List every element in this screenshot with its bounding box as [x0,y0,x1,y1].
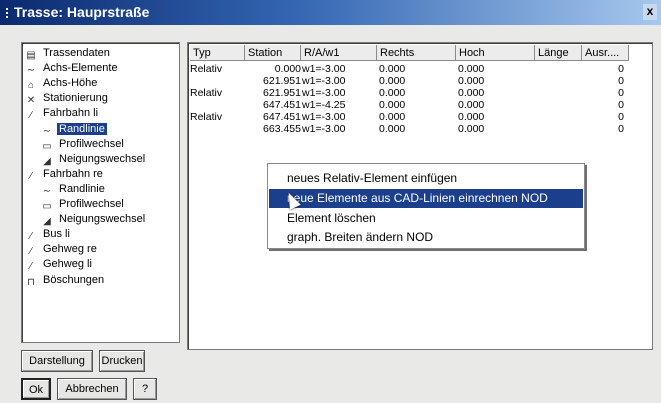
tree-item-label: Fahrbahn li [43,107,99,120]
context-menu: neues Relativ-Element einfügen neue Elem… [267,163,585,249]
table-cell-hoch: 0.000 [458,86,485,99]
table-cell-raw: w1=-3.00 [302,86,346,99]
tree-item-label: Fahrbahn re [43,167,103,180]
table-cell-typ: Relativ [190,86,223,99]
help-button[interactable]: ? [133,378,157,400]
cancel-button[interactable]: Abbrechen [57,378,127,400]
tree-item[interactable]: ▭ Profilwechsel [40,197,126,212]
table-cell-typ [190,75,244,87]
table-cell-raw: w1=-3.00 [302,122,346,135]
tree-item[interactable]: ∼ Randlinie [40,122,107,137]
table-cell-typ: Relativ [190,110,223,123]
tree-item-label: Achs-Elemente [43,62,118,75]
table-cell-laenge [536,123,581,135]
tree-item[interactable]: ▭ Profilwechsel [40,137,126,152]
tree-item[interactable]: ⌂ Achs-Höhe [24,76,99,91]
tree-item-label: Randlinie [57,122,107,135]
table-cell-station: 647.451 [263,110,301,123]
tree-item[interactable]: ✕ Stationierung [24,91,110,106]
table-cell-station: 663.455 [263,122,301,135]
tree-item-label: Achs-Höhe [43,77,98,90]
table-cell-hoch: 0.000 [458,98,485,111]
table-cell-hoch: 0.000 [458,110,485,123]
tree-item-label: Stationierung [43,92,108,105]
column-header-station[interactable]: Station [245,45,301,61]
tree-item-label: Profilwechsel [59,137,124,150]
menu-item-change-graph-widths[interactable]: graph. Breiten ändern NOD [269,228,583,247]
column-header-ausr[interactable]: Ausr.... [582,45,629,61]
table-cell-raw: w1=-3.00 [302,74,346,87]
table-cell-raw: w1=-3.00 [302,63,346,75]
table-cell-rechts: 0.000 [379,110,406,123]
tree-item[interactable]: ⊓ Böschungen [24,273,106,288]
tree-item-label: Randlinie [59,182,105,195]
table-cell-station: 621.951 [263,74,301,87]
column-header-hoch[interactable]: Hoch [456,45,535,61]
table-cell-laenge [536,63,581,75]
table-cell-raw: w1=-4.25 [302,98,346,111]
table-cell-ausr: 0 [618,86,624,99]
table-cell-typ [190,123,244,135]
tree-item-label: Böschungen [43,273,105,286]
table-cell-laenge [536,111,581,123]
table-cell-ausr: 0 [618,63,624,75]
tree-item[interactable]: ◢ Neigungswechsel [40,152,147,167]
table-cell-rechts: 0.000 [379,74,406,87]
title-bar: Trasse: Hauprstraße [0,0,661,25]
tree-item-label: Gehweg re [43,243,97,256]
tree-item[interactable]: ⁄ Gehweg re [24,242,99,257]
table-cell-rechts: 0.000 [379,86,406,99]
table-cell-ausr: 0 [618,110,624,123]
column-header-laenge[interactable]: Länge [535,45,582,61]
tree-item-label: Profilwechsel [59,198,124,210]
table-cell-laenge [536,99,581,111]
tree-item-label: Gehweg li [43,258,92,271]
element-tree[interactable]: ▤ Trassendaten ∼ Achs-Elemente ⌂ Achs-Höhe ✕ St… [21,42,180,343]
table-cell-laenge [536,75,581,87]
table-cell-hoch: 0.000 [458,63,485,75]
tree-item[interactable]: ⁄ Gehweg li [24,257,94,272]
drucken-button[interactable]: Drucken [99,350,145,372]
table-cell-ausr: 0 [618,98,624,111]
lane-icon: ⁄ [30,110,32,122]
lane-icon: ⁄ [30,170,32,182]
table-cell-station: 621.951 [263,86,301,99]
table-cell-station: 0.000 [274,63,301,75]
table-cell-rechts: 0.000 [379,98,406,111]
table-cell-typ [190,99,244,111]
table-cell-rechts: 0.000 [379,63,406,75]
column-header-rechts[interactable]: Rechts [377,45,456,61]
tree-item[interactable]: ∼ Achs-Elemente [24,61,120,76]
window-grip-icon [6,8,10,19]
menu-item-delete-element[interactable]: Element löschen [269,209,583,228]
darstellung-button[interactable]: Darstellung [21,350,93,372]
tree-item[interactable]: ⁄ Fahrbahn re [24,167,105,182]
menu-item-new-relative-element[interactable]: neues Relativ-Element einfügen [269,169,583,188]
table-cell-raw: w1=-3.00 [302,110,346,123]
tree-item-label: Neigungswechsel [59,213,146,226]
embankment-icon: ⊓ [27,276,35,288]
tree-item-label: Neigungswechsel [59,152,146,165]
tree-item-label: Trassendaten [43,47,110,59]
table-cell-station: 647.451 [263,98,301,111]
table-cell-rechts: 0.000 [379,122,406,135]
table-cell-hoch: 0.000 [458,74,485,87]
window-title: Trasse: Hauprstraße [14,4,150,20]
tree-item[interactable]: ⁄ Fahrbahn li [24,106,100,121]
ok-button[interactable]: Ok [21,378,51,400]
table-cell-laenge [536,87,581,99]
table-cell-typ: Relativ [190,63,223,75]
tree-item[interactable]: ⁄ Bus li [24,227,72,242]
table-cell-ausr: 0 [618,74,624,87]
column-header-typ[interactable]: Typ [190,45,245,61]
tree-item[interactable]: ∼ Randlinie [40,182,107,197]
column-header-raw[interactable]: R/A/w1 [301,45,377,61]
tree-item[interactable]: ▤ Trassendaten [24,46,112,61]
menu-item-compute-from-cad-lines[interactable]: neue Elemente aus CAD-Linien einrechnen … [269,189,583,208]
table-cell-ausr: 0 [618,122,624,135]
tree-item-label: Bus li [43,228,70,241]
tree-item[interactable]: ◢ Neigungswechsel [40,212,147,227]
table-cell-hoch: 0.000 [458,122,485,135]
close-button[interactable]: x [643,4,657,20]
